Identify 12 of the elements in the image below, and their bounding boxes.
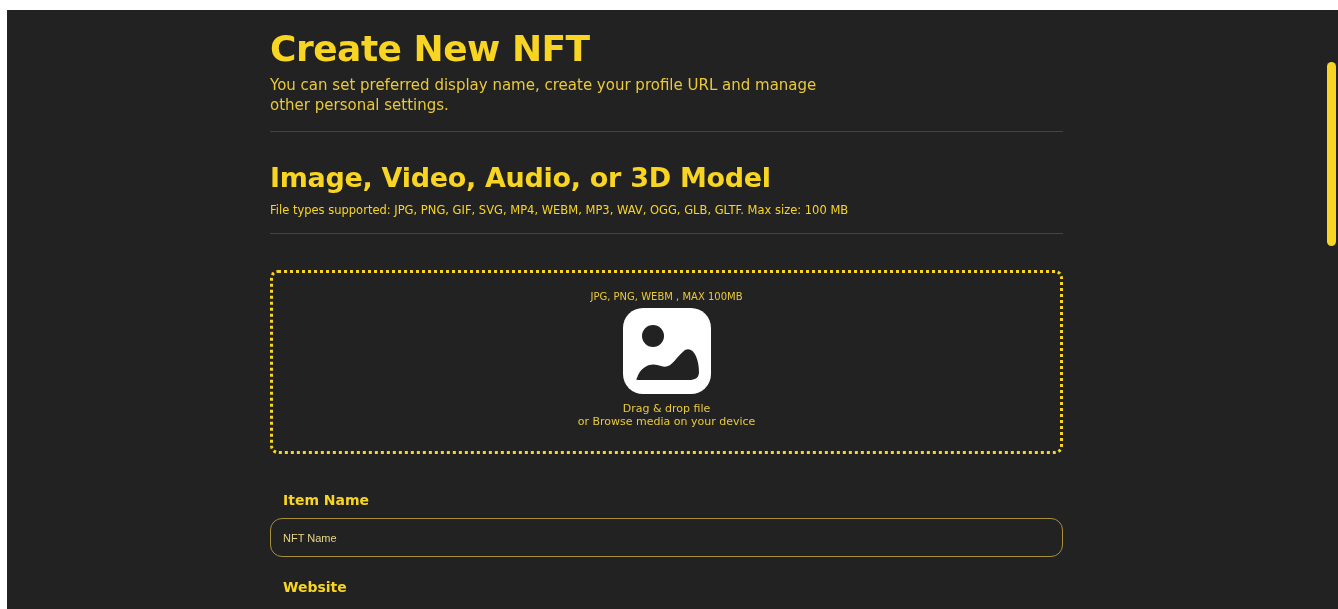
page-subtitle: You can set preferred display name, create your profile URL and manage other personal settings. [270,75,818,115]
image-icon [622,308,711,394]
input-field[interactable]: NFT Name [270,518,1063,557]
drop-instructions: Drag & drop file or Browse media on your device [577,402,756,428]
file-types-text: File types supported: JPG, PNG, GIF, SVG, MP4, WEBM, MP3, WAV, OGG, GLB, GLTF. Max size: 100 MB [270,203,850,217]
scrollbar-thumb[interactable] [1327,62,1336,246]
field-label: Item Name [283,492,371,508]
upload-dropzone[interactable]: JPG, PNG, WEBM , MAX 100MB Drag & drop file or Browse media on your device [270,270,1063,454]
formats-text: JPG, PNG, WEBM , MAX 100MB [590,291,743,302]
section-title: Image, Video, Audio, or 3D Model [270,162,772,193]
field-label: Website [283,579,348,595]
page-title: Create New NFT [270,28,591,69]
